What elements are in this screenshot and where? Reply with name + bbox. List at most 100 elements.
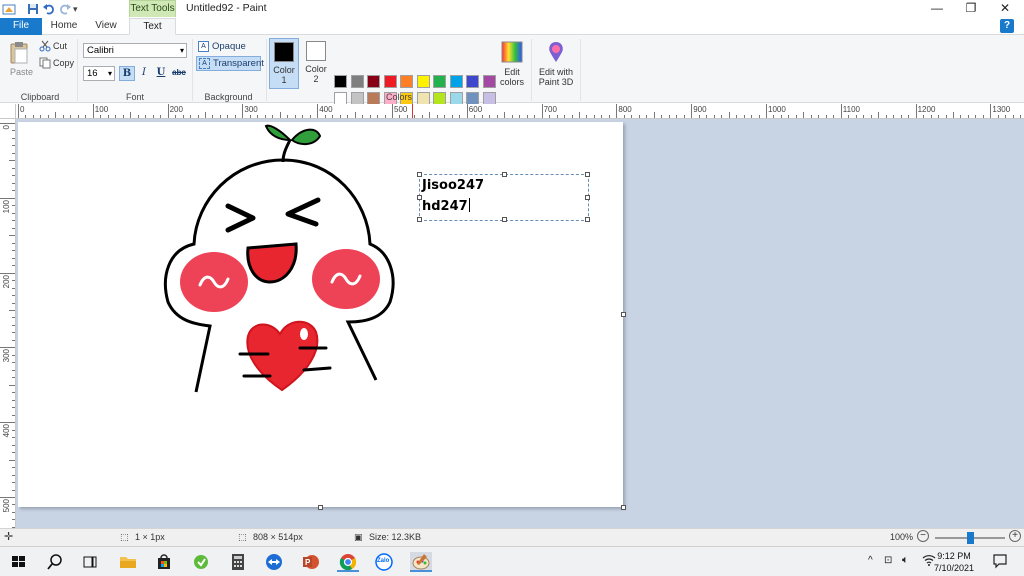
save-icon[interactable] [26,2,40,16]
text-box-handle-top-left[interactable] [417,172,422,177]
edit-colors-label-a: Edit [504,67,520,77]
paste-icon[interactable] [9,41,31,65]
underline-button[interactable]: U [153,66,169,81]
transparent-button[interactable]: A Transparent [196,56,264,71]
cut-button[interactable]: Cut [53,41,67,51]
paint-taskbar-icon[interactable] [410,552,432,572]
close-button[interactable]: ✕ [988,0,1022,18]
ruler-tick [466,104,468,118]
palette-swatch[interactable] [416,75,430,88]
task-view-icon[interactable] [79,552,101,572]
help-icon[interactable]: ? [1000,19,1014,33]
font-family-select[interactable]: Calibri ▾ [83,43,187,58]
chrome-icon[interactable] [337,552,359,572]
canvas-resize-handle-right[interactable] [621,312,626,317]
tab-view[interactable]: View [86,18,126,35]
ruler-tick [908,115,910,118]
ruler-tick [526,115,528,118]
taskbar-clock[interactable]: 9:12 PM 7/10/2021 [934,550,974,574]
palette-swatch[interactable] [482,75,496,88]
notification-icon[interactable] [992,553,1008,572]
zoom-slider-track[interactable] [935,532,1005,544]
ruler-tick [0,272,15,274]
opaque-button[interactable]: A Opaque [196,40,246,55]
copy-icon [39,57,51,69]
ruler-cursor-marker [412,104,413,118]
teamviewer-icon[interactable] [263,552,285,572]
minimize-button[interactable]: — [920,0,954,18]
show-hidden-icons-chevron[interactable]: ^ [868,555,873,566]
zoom-slider-thumb[interactable] [966,532,974,544]
maximize-button[interactable]: ❐ [954,0,988,18]
ribbon-tabs: File Home View Text [0,18,1024,35]
app-icon-green[interactable] [190,552,212,572]
ruler-tick [414,115,416,118]
palette-swatch[interactable] [466,75,479,88]
paste-button[interactable]: Paste [10,67,33,77]
text-box-handle-left[interactable] [417,195,422,200]
search-icon[interactable] [44,552,66,572]
customize-toolbar-icon[interactable]: ▾ [73,2,87,16]
text-box-handle-bottom[interactable] [502,217,507,222]
palette-swatch[interactable] [433,75,446,88]
powerpoint-icon[interactable]: P [300,552,322,572]
ruler-tick [354,112,356,118]
bold-button[interactable]: B [119,66,135,81]
network-adapter-icon[interactable]: ⊡ [884,555,892,566]
text-box-handle-bottom-right[interactable] [585,217,590,222]
ruler-tick [12,130,15,132]
microsoft-store-icon[interactable] [153,552,175,572]
file-explorer-icon[interactable] [117,552,139,572]
text-box[interactable]: Jisoo247 hd247 [417,172,590,222]
tab-text[interactable]: Text [129,18,176,35]
palette-swatch[interactable] [334,75,347,88]
palette-swatch[interactable] [367,75,380,88]
canvas-resize-handle-corner[interactable] [621,505,626,510]
palette-swatch[interactable] [400,75,413,88]
ruler-tick [549,115,551,118]
ruler-tick [12,287,15,289]
font-family-value: Calibri [87,45,114,56]
edit-colors-label-b: colors [500,77,525,87]
italic-button[interactable]: I [136,66,152,81]
ruler-tick [12,227,15,229]
color-1-button[interactable]: Color 1 [269,38,299,89]
clock-time: 9:12 PM [937,551,971,561]
ruler-tick [12,167,15,169]
edit-colors-button[interactable]: Edit colors [500,67,524,87]
ruler-tick [12,265,15,267]
ruler-tick [534,115,536,118]
tab-file[interactable]: File [0,18,42,35]
ruler-tick [12,444,15,446]
zalo-icon[interactable]: Zalo [373,552,395,572]
calculator-icon[interactable] [227,552,249,572]
ruler-tick [12,220,15,222]
redo-icon[interactable] [58,2,72,16]
text-line-2-content: hd247 [422,199,468,214]
font-size-select[interactable]: 16 ▾ [83,66,115,81]
undo-icon[interactable] [42,2,56,16]
ruler-tick [62,115,64,118]
text-box-handle-top-right[interactable] [585,172,590,177]
text-box-handle-top[interactable] [502,172,507,177]
palette-swatch[interactable] [383,75,397,88]
ruler-tick [766,104,767,118]
tab-home[interactable]: Home [44,18,84,35]
zoom-out-button[interactable]: − [917,530,929,542]
ruler-tick [12,369,15,371]
strikethrough-button[interactable]: abc [170,66,188,81]
ruler-tick [167,104,169,118]
text-box-handle-right[interactable] [585,195,590,200]
ruler-label: 800 [618,105,632,114]
canvas-resize-handle-bottom[interactable] [318,505,323,510]
palette-swatch[interactable] [350,75,364,88]
copy-button[interactable]: Copy [53,58,74,68]
color-2-button[interactable]: Color 2 [301,38,331,89]
ruler-tick [100,115,102,118]
volume-icon[interactable]: 🔈︎ [902,554,909,567]
zoom-in-button[interactable]: + [1009,530,1021,542]
edit-with-paint3d-button[interactable]: Edit with Paint 3D [536,67,576,87]
palette-swatch[interactable] [449,75,463,88]
windows-start-icon[interactable] [8,552,30,572]
text-box-handle-bottom-left[interactable] [417,217,422,222]
